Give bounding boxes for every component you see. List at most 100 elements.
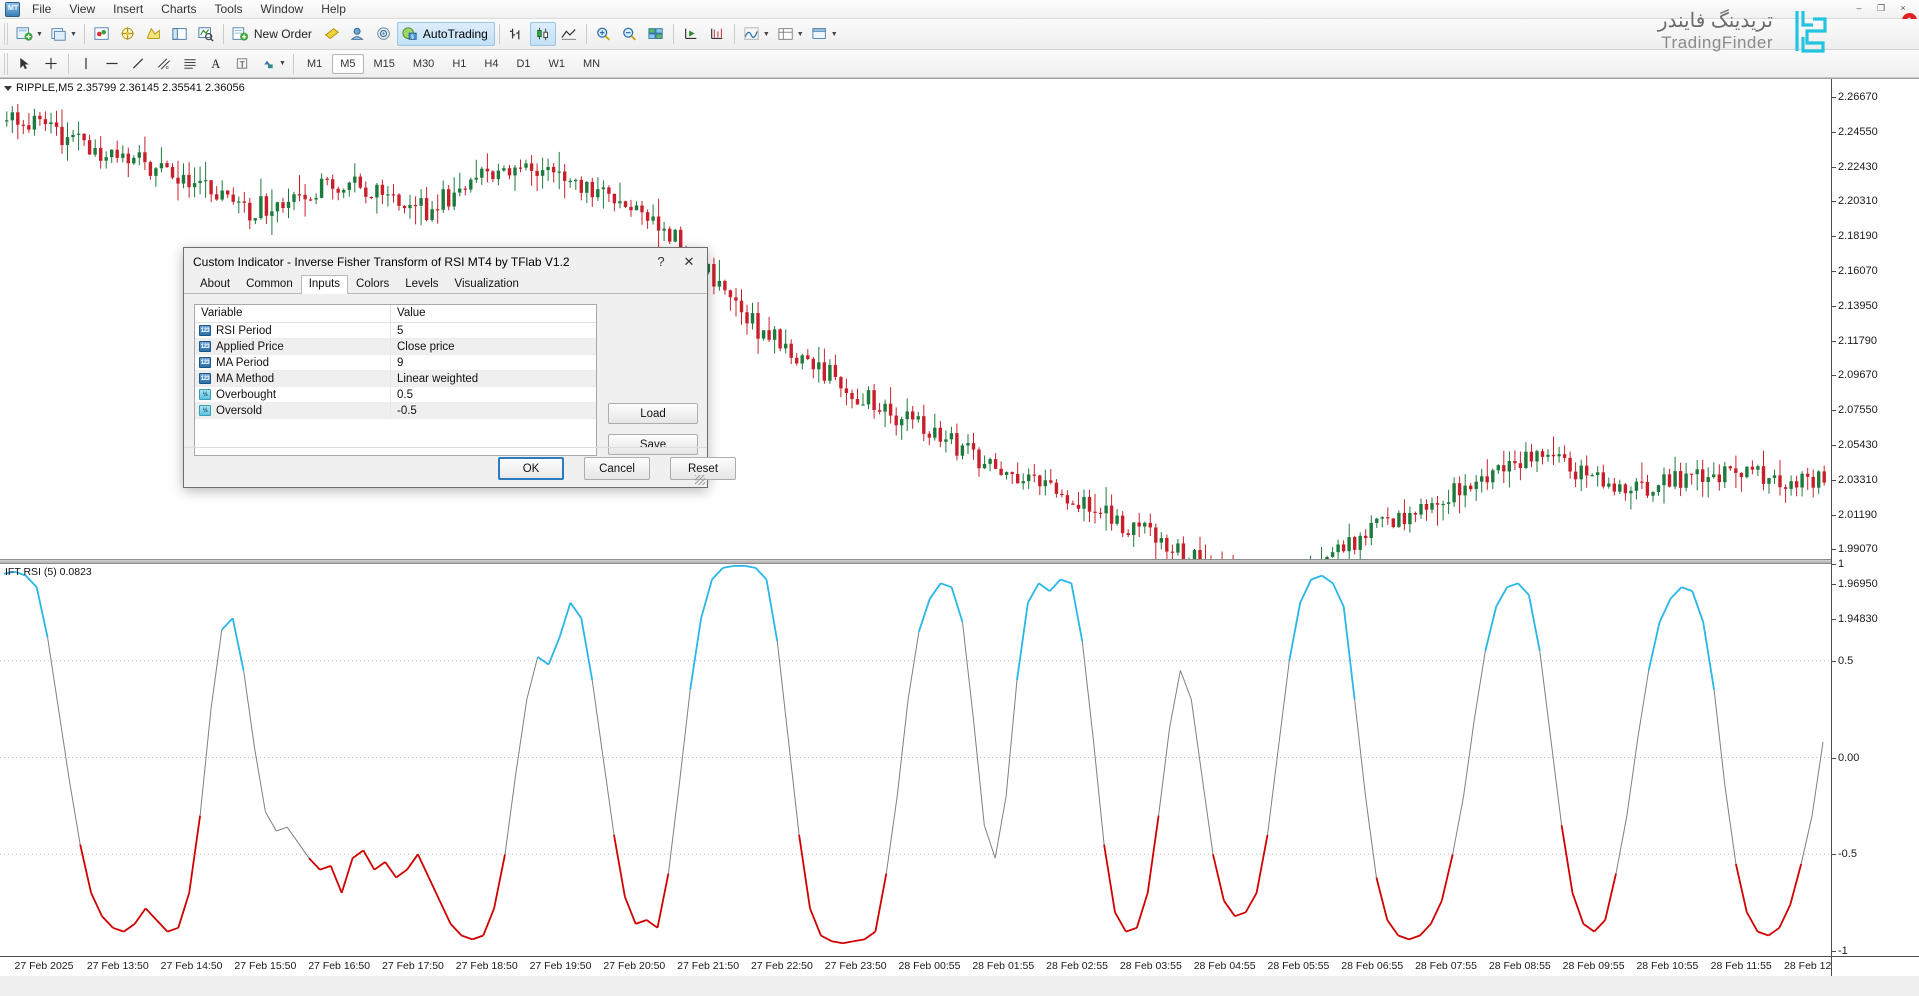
inputs-grid[interactable]: Variable Value 123RSI Period5123Applied … <box>194 304 597 456</box>
price-tick: 1.96950 <box>1838 578 1878 590</box>
market-watch-icon[interactable] <box>89 22 115 46</box>
timeframe-m15[interactable]: M15 <box>366 54 403 74</box>
time-tick: 27 Feb 15:50 <box>234 960 296 972</box>
timeframe-m1[interactable]: M1 <box>299 54 330 74</box>
menu-item-tools[interactable]: Tools <box>206 0 252 18</box>
indicators-icon[interactable] <box>739 22 765 46</box>
strategy-tester-icon[interactable] <box>193 22 219 46</box>
resize-grip[interactable] <box>695 475 705 485</box>
text-label-icon[interactable]: T <box>229 52 255 76</box>
fibonacci-retracement-icon[interactable] <box>177 52 203 76</box>
toolbar-grip[interactable] <box>4 23 9 45</box>
tab-visualization[interactable]: Visualization <box>447 275 527 293</box>
terminal-icon[interactable] <box>167 22 193 46</box>
tab-colors[interactable]: Colors <box>348 275 397 293</box>
navigator-icon[interactable] <box>115 22 141 46</box>
brand-english-name: TradingFinder <box>1658 33 1773 53</box>
profiles-icon[interactable] <box>46 22 72 46</box>
timeframe-m5[interactable]: M5 <box>332 54 363 74</box>
inputs-grid-row[interactable]: 123MA Period9 <box>195 355 596 371</box>
menu-item-help[interactable]: Help <box>312 0 355 18</box>
expert-advisors-icon[interactable] <box>345 22 371 46</box>
close-icon[interactable]: ✕ <box>675 251 703 273</box>
chart-area[interactable]: RIPPLE,M5 2.35799 2.36145 2.35541 2.3605… <box>0 78 1919 976</box>
autotrading-label: AutoTrading <box>423 27 488 41</box>
equidistant-channel-icon[interactable]: E <box>151 52 177 76</box>
timeframe-h4[interactable]: H4 <box>476 54 506 74</box>
zoom-out-icon[interactable] <box>617 22 643 46</box>
help-button[interactable]: ? <box>647 251 675 273</box>
variable-value[interactable]: 9 <box>390 355 596 370</box>
variable-value[interactable]: -0.5 <box>390 403 596 418</box>
ok-button[interactable]: OK <box>498 457 564 480</box>
timeframe-d1[interactable]: D1 <box>508 54 538 74</box>
line-studies-grip[interactable] <box>4 53 9 75</box>
indicator-pane[interactable]: IFT RSI (5) 0.0823 <box>0 564 1831 955</box>
cancel-button[interactable]: Cancel <box>584 457 650 480</box>
inputs-grid-row[interactable]: ½Oversold-0.5 <box>195 403 596 419</box>
vertical-line-icon[interactable] <box>73 52 99 76</box>
horizontal-line-icon[interactable] <box>99 52 125 76</box>
indicator-label: IFT RSI (5) 0.0823 <box>5 566 92 578</box>
time-tick: 27 Feb 18:50 <box>456 960 518 972</box>
tile-windows-icon[interactable] <box>643 22 669 46</box>
app-logo-icon <box>3 1 23 18</box>
auto-scroll-icon[interactable] <box>704 22 730 46</box>
menu-item-file[interactable]: File <box>23 0 60 18</box>
custom-indicator-dialog[interactable]: Custom Indicator - Inverse Fisher Transf… <box>183 247 708 488</box>
templates-icon[interactable] <box>807 22 833 46</box>
shift-end-icon[interactable] <box>678 22 704 46</box>
restore-button[interactable]: ❐ <box>1871 1 1891 15</box>
variable-value[interactable]: Close price <box>390 339 596 354</box>
signals-icon[interactable] <box>371 22 397 46</box>
menu-item-charts[interactable]: Charts <box>152 0 205 18</box>
inputs-grid-row[interactable]: 123RSI Period5 <box>195 323 596 339</box>
text-icon[interactable]: A <box>203 52 229 76</box>
inputs-grid-row[interactable]: 123Applied PriceClose price <box>195 339 596 355</box>
shapes-icon[interactable] <box>255 52 281 76</box>
menu-item-view[interactable]: View <box>60 0 104 18</box>
variable-name: Overbought <box>216 389 276 401</box>
variable-value[interactable]: Linear weighted <box>390 371 596 386</box>
new-order-button[interactable]: New Order <box>228 23 319 45</box>
price-tick: 2.24550 <box>1838 126 1878 138</box>
inputs-grid-row[interactable]: ½Overbought0.5 <box>195 387 596 403</box>
periods-icon[interactable] <box>773 22 799 46</box>
time-tick: 28 Feb 02:55 <box>1046 960 1108 972</box>
variable-value[interactable]: 0.5 <box>390 387 596 402</box>
tab-inputs[interactable]: Inputs <box>301 275 348 294</box>
bar-chart-icon[interactable] <box>504 22 530 46</box>
menu-item-insert[interactable]: Insert <box>104 0 152 18</box>
svg-text:$: $ <box>411 34 414 40</box>
timeframe-mn[interactable]: MN <box>575 54 608 74</box>
chart-dropdown-icon[interactable] <box>4 86 12 91</box>
price-axis[interactable]: 2.266702.245502.224302.203102.181902.160… <box>1831 79 1919 976</box>
zoom-in-icon[interactable] <box>591 22 617 46</box>
price-tick: 2.05430 <box>1838 439 1878 451</box>
tradingfinder-branding: تریدینگ فایندر TradingFinder <box>1541 2 1831 60</box>
dialog-titlebar[interactable]: Custom Indicator - Inverse Fisher Transf… <box>184 248 707 275</box>
new-chart-icon[interactable] <box>12 22 38 46</box>
tab-common[interactable]: Common <box>238 275 301 293</box>
data-window-icon[interactable] <box>141 22 167 46</box>
indicator-scale-tick: 1 <box>1838 558 1844 570</box>
minimize-button[interactable]: – <box>1849 1 1869 15</box>
timeframe-w1[interactable]: W1 <box>541 54 574 74</box>
autotrading-button[interactable]: $ AutoTrading <box>397 22 495 46</box>
cursor-icon[interactable] <box>12 52 38 76</box>
crosshair-icon[interactable] <box>38 52 64 76</box>
metaeditor-icon[interactable] <box>319 22 345 46</box>
time-tick: 28 Feb 10:55 <box>1636 960 1698 972</box>
load-button[interactable]: Load <box>608 403 698 424</box>
menu-item-window[interactable]: Window <box>252 0 313 18</box>
tab-levels[interactable]: Levels <box>397 275 446 293</box>
tab-about[interactable]: About <box>192 275 238 293</box>
variable-value[interactable]: 5 <box>390 323 596 338</box>
trendline-icon[interactable] <box>125 52 151 76</box>
inputs-grid-row[interactable]: 123MA MethodLinear weighted <box>195 371 596 387</box>
brand-persian-name: تریدینگ فایندر <box>1658 10 1773 33</box>
timeframe-h1[interactable]: H1 <box>444 54 474 74</box>
line-chart-icon[interactable] <box>556 22 582 46</box>
candlestick-chart-icon[interactable] <box>530 22 556 46</box>
timeframe-m30[interactable]: M30 <box>405 54 442 74</box>
